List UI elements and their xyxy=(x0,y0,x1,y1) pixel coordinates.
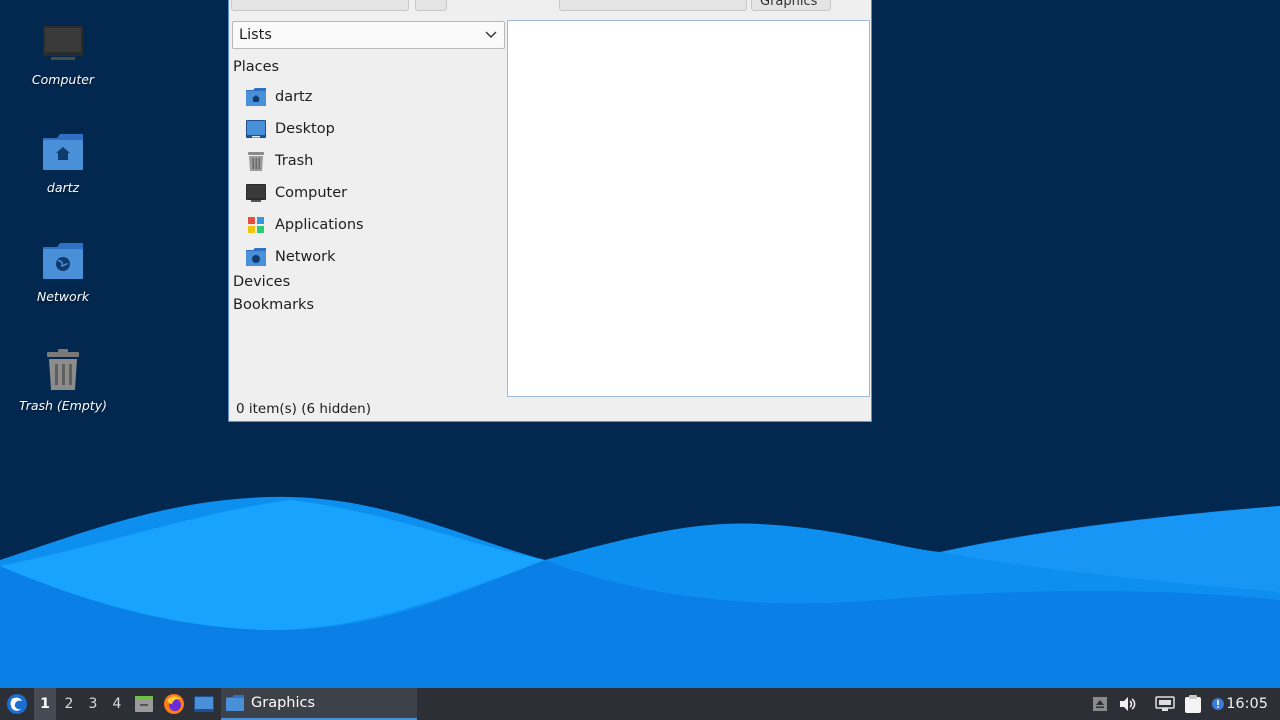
computer-icon xyxy=(39,20,87,68)
side-pane-mode-select[interactable]: Lists xyxy=(232,21,505,49)
update-notifier-button[interactable] xyxy=(1208,688,1228,720)
place-item-computer[interactable]: Computer xyxy=(245,179,495,207)
desktop-icon xyxy=(194,696,214,712)
home-folder-icon xyxy=(245,86,267,108)
place-item-trash[interactable]: Trash xyxy=(245,147,495,175)
folder-icon xyxy=(226,695,244,711)
show-desktop-button[interactable] xyxy=(192,688,216,720)
chevron-down-icon xyxy=(485,31,497,38)
desktop-icon-trash[interactable]: Trash (Empty) xyxy=(14,346,112,413)
place-label: dartz xyxy=(275,89,313,105)
desktop-icon-label: Computer xyxy=(31,72,95,87)
file-list-view[interactable] xyxy=(507,20,870,397)
desktop-icon-label: Network xyxy=(36,289,90,304)
workspace-3[interactable]: 3 xyxy=(82,688,104,720)
taskbar-window-label: Graphics xyxy=(251,695,316,711)
network-folder-icon xyxy=(39,237,87,285)
desktop-icon-label: Trash (Empty) xyxy=(19,398,107,413)
place-item-dartz[interactable]: dartz xyxy=(245,83,495,111)
network-status-button[interactable] xyxy=(1154,688,1176,720)
side-pane-mode-value: Lists xyxy=(239,27,272,43)
update-alert-icon xyxy=(1212,698,1224,710)
workspace-4[interactable]: 4 xyxy=(106,688,128,720)
places-header[interactable]: Places xyxy=(233,59,279,75)
eject-icon xyxy=(1093,697,1107,711)
path-entry[interactable] xyxy=(231,0,409,11)
taskbar-window-button[interactable]: Graphics xyxy=(221,688,417,720)
tray-eject-button[interactable] xyxy=(1090,688,1110,720)
volume-icon xyxy=(1120,697,1136,711)
desktop-icon-dartz[interactable]: dartz xyxy=(14,128,112,195)
place-label: Network xyxy=(275,249,336,265)
toolbar-button[interactable] xyxy=(415,0,447,11)
desktop-icon-network[interactable]: Network xyxy=(14,237,112,304)
path-button-graphics[interactable]: Graphics xyxy=(751,0,831,11)
path-button[interactable] xyxy=(559,0,747,11)
firefox-launcher[interactable] xyxy=(162,688,186,720)
place-label: Applications xyxy=(275,217,364,233)
lubuntu-logo-icon xyxy=(7,694,27,714)
file-manager-window: Graphics Lists Places dartz Desktop Tras… xyxy=(228,0,872,422)
firefox-icon xyxy=(164,694,184,714)
place-label: Computer xyxy=(275,185,348,201)
volume-button[interactable] xyxy=(1117,688,1139,720)
place-item-desktop[interactable]: Desktop xyxy=(245,115,495,143)
place-item-applications[interactable]: Applications xyxy=(245,211,495,239)
place-label: Desktop xyxy=(275,121,335,137)
network-folder-icon xyxy=(245,246,267,268)
clipboard-icon xyxy=(1185,695,1201,713)
bookmarks-header[interactable]: Bookmarks xyxy=(233,297,314,313)
applications-icon xyxy=(245,214,267,236)
clipboard-button[interactable] xyxy=(1182,688,1204,720)
place-label: Trash xyxy=(275,153,314,169)
desktop-icon xyxy=(245,118,267,140)
devices-header[interactable]: Devices xyxy=(233,274,290,290)
taskbar: 1 2 3 4 Graphics 16:05 xyxy=(0,688,1280,720)
trash-icon xyxy=(39,346,87,394)
status-bar-text: 0 item(s) (6 hidden) xyxy=(236,401,371,417)
trash-icon xyxy=(245,150,267,172)
desktop-icon-label: dartz xyxy=(46,180,80,195)
place-item-network[interactable]: Network xyxy=(245,243,495,271)
desktop-icon-computer[interactable]: Computer xyxy=(14,20,112,87)
home-folder-icon xyxy=(39,128,87,176)
computer-icon xyxy=(245,182,267,204)
workspace-2[interactable]: 2 xyxy=(58,688,80,720)
file-manager-launcher[interactable] xyxy=(132,688,156,720)
window-toolbar: Graphics xyxy=(229,0,871,13)
clock[interactable]: 16:05 xyxy=(1226,688,1268,720)
network-wired-icon xyxy=(1155,696,1175,711)
file-manager-icon xyxy=(135,696,153,712)
start-menu-button[interactable] xyxy=(4,688,30,720)
workspace-1[interactable]: 1 xyxy=(34,688,56,720)
